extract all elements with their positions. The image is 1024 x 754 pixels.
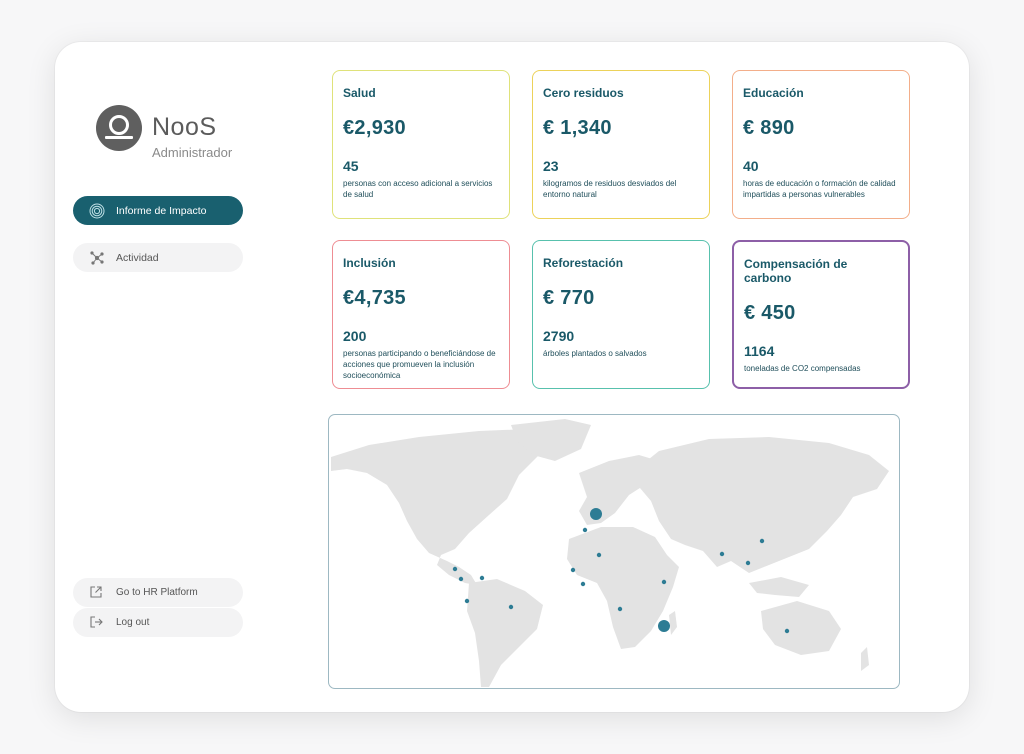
card-amount: € 450 <box>744 302 796 324</box>
nav-actividad[interactable]: Actividad <box>73 243 243 272</box>
impact-card-inclusion[interactable]: Inclusión €4,735 200 personas participan… <box>332 240 510 389</box>
map-marker <box>580 581 586 587</box>
map-marker <box>590 508 602 520</box>
asia-landmass <box>629 437 889 573</box>
australia-landmass <box>761 601 841 655</box>
nav-informe-de-impacto[interactable]: Informe de Impacto <box>73 196 243 225</box>
card-count: 23 <box>543 158 559 174</box>
go-to-hr-platform-button[interactable]: Go to HR Platform <box>73 578 243 607</box>
new-zealand-landmass <box>861 647 869 671</box>
map-marker <box>759 538 765 544</box>
card-description: personas con acceso adicional a servicio… <box>343 179 493 199</box>
card-amount: € 890 <box>743 117 795 139</box>
map-marker <box>661 579 667 585</box>
logout-label: Log out <box>116 617 150 628</box>
card-title: Reforestación <box>543 256 624 270</box>
card-amount: €4,735 <box>343 287 406 309</box>
card-count: 200 <box>343 328 367 344</box>
map-marker <box>570 567 576 573</box>
spiral-icon <box>89 203 105 219</box>
card-description: toneladas de CO2 compensadas <box>744 364 861 373</box>
impact-card-reforestacion[interactable]: Reforestación € 770 2790 árboles plantad… <box>532 240 710 389</box>
card-amount: € 1,340 <box>543 117 612 139</box>
map-marker <box>745 560 751 566</box>
card-title: Salud <box>343 86 376 100</box>
map-marker <box>617 606 623 612</box>
logout-icon <box>89 615 105 631</box>
impact-world-map[interactable] <box>328 414 900 689</box>
network-icon <box>89 250 105 266</box>
map-marker <box>458 576 464 582</box>
madagascar-landmass <box>669 611 677 635</box>
map-marker <box>719 551 725 557</box>
map-marker <box>596 552 602 558</box>
north-america-landmass <box>331 429 557 585</box>
card-description: árboles plantados o salvados <box>543 349 647 358</box>
map-marker <box>464 598 470 604</box>
map-marker <box>479 575 485 581</box>
noos-logo-icon <box>96 105 142 151</box>
card-amount: € 770 <box>543 287 595 309</box>
south-america-landmass <box>467 579 543 687</box>
card-count: 40 <box>743 158 759 174</box>
card-count: 2790 <box>543 328 575 344</box>
impact-card-salud[interactable]: Salud €2,930 45 personas con acceso adic… <box>332 70 510 219</box>
map-marker <box>582 527 588 533</box>
card-title: Educación <box>743 86 804 100</box>
world-map-graphic <box>331 419 889 687</box>
impact-card-cero-residuos[interactable]: Cero residuos € 1,340 23 kilogramos de r… <box>532 70 710 219</box>
card-description: kilogramos de residuos desviados del ent… <box>543 179 677 199</box>
external-link-icon <box>89 585 105 601</box>
map-marker <box>658 620 670 632</box>
logout-button[interactable]: Log out <box>73 608 243 637</box>
indonesia-landmass <box>749 577 809 597</box>
brand-name: NooS <box>152 113 217 141</box>
card-amount: €2,930 <box>343 117 406 139</box>
map-marker <box>784 628 790 634</box>
card-count: 45 <box>343 158 359 174</box>
nav-label: Actividad <box>116 251 159 264</box>
nav-label: Informe de Impacto <box>116 204 207 217</box>
map-marker <box>508 604 514 610</box>
card-title: Compensación de carbono <box>744 257 848 285</box>
impact-card-educacion[interactable]: Educación € 890 40 horas de educación o … <box>732 70 910 219</box>
card-title: Inclusión <box>343 256 396 270</box>
card-count: 1164 <box>744 343 775 359</box>
user-role: Administrador <box>152 145 233 160</box>
card-description: horas de educación o formación de calida… <box>743 179 896 199</box>
impact-card-compensacion-carbono[interactable]: Compensación de carbono € 450 1164 tonel… <box>732 240 910 389</box>
continents <box>331 419 889 687</box>
card-title: Cero residuos <box>543 86 624 100</box>
go-to-hr-label: Go to HR Platform <box>116 587 198 598</box>
map-marker <box>452 566 458 572</box>
card-description: personas participando o beneficiándose d… <box>343 349 496 380</box>
